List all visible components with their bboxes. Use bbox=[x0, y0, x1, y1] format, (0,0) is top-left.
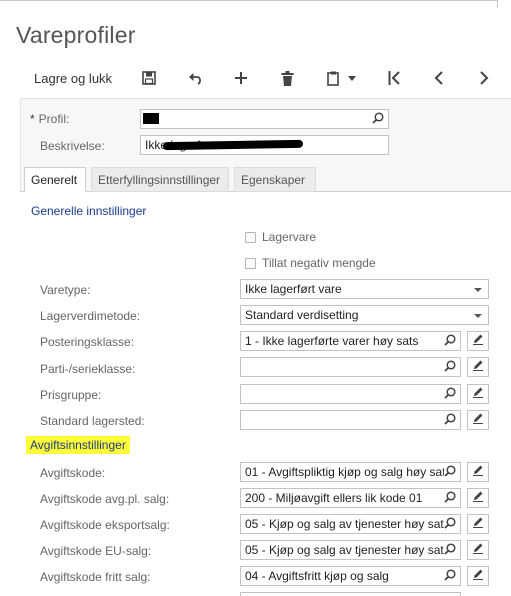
posteringsklasse-label: Posteringsklasse: bbox=[40, 335, 135, 349]
lagerverdimetode-select[interactable]: Standard verdisetting bbox=[240, 305, 489, 325]
posteringsklasse-input[interactable]: 1 - Ikke lagerførte varer høy sats bbox=[240, 331, 461, 351]
lagervare-checkbox[interactable]: Lagervare bbox=[245, 230, 316, 244]
next-field-partial[interactable] bbox=[240, 592, 461, 596]
parti-input[interactable] bbox=[240, 357, 461, 377]
search-icon[interactable] bbox=[444, 543, 456, 558]
avgiftskode-eu-label: Avgiftskode EU-salg: bbox=[40, 544, 152, 558]
edit-posteringsklasse-button[interactable] bbox=[467, 331, 489, 351]
varetype-label: Varetype: bbox=[40, 283, 91, 297]
next-record-icon[interactable] bbox=[471, 66, 497, 90]
pencil-icon bbox=[472, 358, 484, 376]
window-right-border bbox=[497, 0, 498, 8]
edit-lagersted-button[interactable] bbox=[467, 410, 489, 430]
standard-lagersted-input[interactable] bbox=[240, 410, 461, 430]
profil-label: * Profil: bbox=[30, 112, 70, 126]
search-icon[interactable] bbox=[444, 491, 456, 506]
pencil-icon bbox=[472, 385, 484, 403]
edit-eu-button[interactable] bbox=[467, 540, 489, 560]
standard-lagersted-label: Standard lagersted: bbox=[40, 414, 145, 428]
window-top-border bbox=[0, 0, 498, 1]
chevron-down-icon[interactable] bbox=[344, 66, 360, 90]
tab-generelt[interactable]: Generelt bbox=[24, 167, 86, 192]
pencil-icon bbox=[472, 489, 484, 507]
edit-fritt-button[interactable] bbox=[467, 566, 489, 586]
avgiftskode-label: Avgiftskode: bbox=[40, 466, 106, 480]
search-icon[interactable] bbox=[444, 387, 456, 402]
chevron-down-icon[interactable] bbox=[474, 314, 482, 318]
undo-icon[interactable] bbox=[183, 66, 209, 90]
plus-icon[interactable] bbox=[228, 66, 254, 90]
avgiftskode-avgpl-label: Avgiftskode avg.pl. salg: bbox=[40, 492, 170, 506]
avgiftskode-input[interactable]: 01 - Avgiftspliktig kjøp og salg høy sat… bbox=[240, 462, 461, 482]
profil-input[interactable] bbox=[140, 109, 389, 129]
pencil-icon bbox=[472, 411, 484, 429]
tillat-negativ-checkbox[interactable]: Tillat negativ mengde bbox=[245, 256, 376, 270]
edit-prisgruppe-button[interactable] bbox=[467, 384, 489, 404]
chevron-down-icon[interactable] bbox=[474, 288, 482, 292]
beskrivelse-input[interactable]: Ikke lagerført bbox=[140, 135, 389, 155]
page-title: Vareprofiler bbox=[16, 22, 136, 48]
search-icon[interactable] bbox=[444, 334, 456, 349]
checkbox-box[interactable] bbox=[245, 231, 256, 243]
redaction bbox=[162, 139, 304, 151]
tab-egenskaper[interactable]: Egenskaper bbox=[234, 167, 316, 192]
avgiftskode-avgpl-input[interactable]: 200 - Miljøavgift ellers lik kode 01 bbox=[240, 488, 461, 508]
save-and-close-button[interactable]: Lagre og lukk bbox=[34, 71, 112, 86]
pencil-icon bbox=[472, 463, 484, 481]
toolbar: Lagre og lukk bbox=[0, 63, 511, 93]
pencil-icon bbox=[472, 541, 484, 559]
avgiftskode-eksport-input[interactable]: 05 - Kjøp og salg av tjenester høy sats bbox=[240, 514, 461, 534]
save-icon[interactable] bbox=[136, 66, 162, 90]
edit-avgiftskode-button[interactable] bbox=[467, 462, 489, 482]
first-record-icon[interactable] bbox=[381, 66, 407, 90]
beskrivelse-label: Beskrivelse: bbox=[40, 139, 105, 153]
pencil-icon bbox=[472, 567, 484, 585]
search-icon[interactable] bbox=[444, 569, 456, 584]
edit-parti-button[interactable] bbox=[467, 357, 489, 377]
trash-icon[interactable] bbox=[274, 66, 300, 90]
copy-icon[interactable] bbox=[320, 66, 346, 90]
section-title-tax: Avgiftsinnstillinger bbox=[26, 436, 130, 454]
lagerverdimetode-label: Lagerverdimetode: bbox=[40, 309, 141, 323]
varetype-select[interactable]: Ikke lagerført vare bbox=[240, 279, 489, 299]
redaction bbox=[143, 113, 159, 124]
checkbox-box[interactable] bbox=[245, 257, 256, 269]
previous-record-icon[interactable] bbox=[425, 66, 451, 90]
section-title-general: Generelle innstillinger bbox=[31, 204, 147, 218]
search-icon[interactable] bbox=[444, 517, 456, 532]
pencil-icon bbox=[472, 515, 484, 533]
pencil-icon bbox=[472, 332, 484, 350]
search-icon[interactable] bbox=[444, 360, 456, 375]
avgiftskode-eksport-label: Avgiftskode eksportsalg: bbox=[40, 518, 170, 532]
search-icon[interactable] bbox=[444, 413, 456, 428]
parti-label: Parti-/serieklasse: bbox=[40, 362, 136, 376]
avgiftskode-eu-input[interactable]: 05 - Kjøp og salg av tjenester høy sats bbox=[240, 540, 461, 560]
prisgruppe-input[interactable] bbox=[240, 384, 461, 404]
prisgruppe-label: Prisgruppe: bbox=[40, 388, 102, 402]
edit-avgpl-button[interactable] bbox=[467, 488, 489, 508]
avgiftskode-fritt-input[interactable]: 04 - Avgiftsfritt kjøp og salg bbox=[240, 566, 461, 586]
avgiftskode-fritt-label: Avgiftskode fritt salg: bbox=[40, 570, 151, 584]
edit-eksport-button[interactable] bbox=[467, 514, 489, 534]
search-icon[interactable] bbox=[372, 112, 384, 127]
search-icon[interactable] bbox=[444, 465, 456, 480]
required-marker: * bbox=[30, 112, 35, 126]
tab-etterfyllingsinnstillinger[interactable]: Etterfyllingsinnstillinger bbox=[91, 167, 229, 192]
